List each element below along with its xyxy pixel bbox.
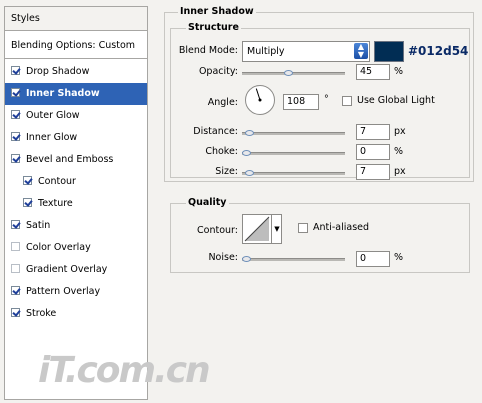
noise-input[interactable]: 0 xyxy=(356,251,390,267)
style-item-contour[interactable]: Contour xyxy=(5,171,147,193)
contour-label: Contour: xyxy=(197,225,238,236)
style-item-checkbox[interactable] xyxy=(23,198,32,207)
style-item-label: Stroke xyxy=(26,308,57,319)
style-item-bevel-and-emboss[interactable]: Bevel and Emboss xyxy=(5,149,147,171)
choke-input[interactable]: 0 xyxy=(356,144,390,160)
styles-list-panel: Styles Blending Options: Custom Drop Sha… xyxy=(4,6,148,400)
style-item-checkbox[interactable] xyxy=(23,176,32,185)
blend-mode-label: Blend Mode: xyxy=(178,45,238,56)
blend-mode-select[interactable]: Multiply ▲ ▼ xyxy=(242,41,370,62)
style-item-label: Bevel and Emboss xyxy=(26,154,114,165)
updown-arrows-icon: ▲ ▼ xyxy=(354,43,368,59)
style-item-drop-shadow[interactable]: Drop Shadow xyxy=(5,61,147,83)
color-hex-label: #012d54 xyxy=(408,44,469,58)
style-item-checkbox[interactable] xyxy=(11,132,20,141)
style-item-label: Gradient Overlay xyxy=(26,264,108,275)
style-item-texture[interactable]: Texture xyxy=(5,193,147,215)
distance-input[interactable]: 7 xyxy=(356,124,390,140)
style-item-label: Inner Shadow xyxy=(26,88,100,99)
distance-slider-thumb[interactable] xyxy=(244,130,254,136)
use-global-light-label: Use Global Light xyxy=(357,95,435,106)
style-item-pattern-overlay[interactable]: Pattern Overlay xyxy=(5,281,147,303)
style-item-label: Satin xyxy=(26,220,51,231)
choke-unit: % xyxy=(394,146,404,157)
noise-label: Noise: xyxy=(208,252,238,263)
style-item-satin[interactable]: Satin xyxy=(5,215,147,237)
style-item-outer-glow[interactable]: Outer Glow xyxy=(5,105,147,127)
contour-picker[interactable]: ▼ xyxy=(242,214,282,244)
style-item-checkbox[interactable] xyxy=(11,308,20,317)
style-item-stroke[interactable]: Stroke xyxy=(5,303,147,325)
blending-options-item[interactable]: Blending Options: Custom xyxy=(5,32,147,59)
anti-aliased-label: Anti-aliased xyxy=(313,222,370,233)
angle-input[interactable]: 108 xyxy=(283,94,319,110)
inner-shadow-settings: Inner Shadow Structure Blend Mode: Multi… xyxy=(162,0,480,403)
style-item-checkbox[interactable] xyxy=(11,264,20,273)
style-item-label: Texture xyxy=(38,198,73,209)
opacity-slider-track[interactable] xyxy=(242,72,345,75)
size-input[interactable]: 7 xyxy=(356,164,390,180)
choke-label: Choke: xyxy=(205,146,238,157)
style-item-checkbox[interactable] xyxy=(11,66,20,75)
style-item-inner-glow[interactable]: Inner Glow xyxy=(5,127,147,149)
distance-slider-track[interactable] xyxy=(242,132,345,135)
angle-label: Angle: xyxy=(207,97,238,108)
distance-unit: px xyxy=(394,126,406,137)
noise-slider-track[interactable] xyxy=(242,258,345,261)
style-item-gradient-overlay[interactable]: Gradient Overlay xyxy=(5,259,147,281)
style-item-checkbox[interactable] xyxy=(11,88,20,97)
style-item-label: Color Overlay xyxy=(26,242,91,253)
angle-dial-needle xyxy=(255,88,262,102)
inner-shadow-title: Inner Shadow xyxy=(178,6,256,17)
opacity-input[interactable]: 45 xyxy=(356,64,390,80)
structure-title: Structure xyxy=(186,22,241,33)
style-item-label: Drop Shadow xyxy=(26,66,90,77)
size-slider-track[interactable] xyxy=(242,172,345,175)
opacity-unit: % xyxy=(394,66,404,77)
choke-slider-track[interactable] xyxy=(242,152,345,155)
angle-unit: ° xyxy=(324,94,329,105)
style-item-label: Inner Glow xyxy=(26,132,78,143)
size-unit: px xyxy=(394,166,406,177)
styles-header[interactable]: Styles xyxy=(5,7,147,31)
watermark-logo: iT.com.cn xyxy=(38,350,211,391)
choke-slider-thumb[interactable] xyxy=(242,150,251,156)
opacity-label: Opacity: xyxy=(198,66,238,77)
shadow-color-swatch[interactable] xyxy=(374,41,404,62)
size-slider-thumb[interactable] xyxy=(244,170,254,176)
style-item-checkbox[interactable] xyxy=(11,286,20,295)
style-item-checkbox[interactable] xyxy=(11,154,20,163)
anti-aliased-checkbox[interactable] xyxy=(298,223,308,233)
style-item-label: Outer Glow xyxy=(26,110,80,121)
style-item-label: Contour xyxy=(38,176,76,187)
angle-dial[interactable] xyxy=(245,85,275,115)
style-item-checkbox[interactable] xyxy=(11,110,20,119)
style-item-checkbox[interactable] xyxy=(11,220,20,229)
noise-unit: % xyxy=(394,252,404,263)
style-item-color-overlay[interactable]: Color Overlay xyxy=(5,237,147,259)
noise-slider-thumb[interactable] xyxy=(242,256,251,262)
size-label: Size: xyxy=(215,166,238,177)
distance-label: Distance: xyxy=(193,126,238,137)
quality-title: Quality xyxy=(186,197,229,208)
contour-preview-icon xyxy=(244,216,270,242)
contour-dropdown-arrow-icon[interactable]: ▼ xyxy=(271,215,282,243)
blend-mode-value: Multiply xyxy=(247,46,285,57)
style-item-label: Pattern Overlay xyxy=(26,286,101,297)
style-item-inner-shadow[interactable]: Inner Shadow xyxy=(5,83,147,105)
style-item-checkbox[interactable] xyxy=(11,242,20,251)
use-global-light-checkbox[interactable] xyxy=(342,96,352,106)
